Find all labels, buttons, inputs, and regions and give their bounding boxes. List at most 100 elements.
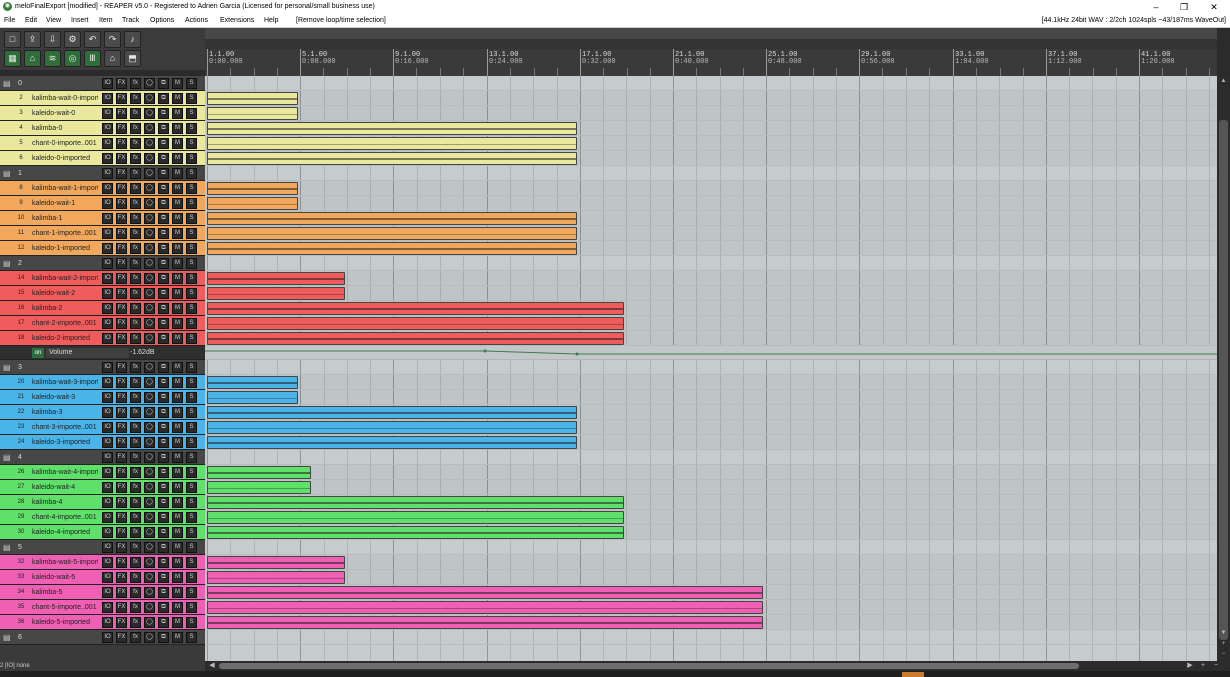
track-header[interactable]: 5 chant-0-importe..001 IO FX fx ◯ ⧉ M S xyxy=(0,136,205,151)
solo-button[interactable]: S xyxy=(186,153,197,164)
solo-button[interactable]: S xyxy=(186,617,197,628)
track-header[interactable]: 21 kaleido-wait-3 IO FX fx ◯ ⧉ M S xyxy=(0,390,205,405)
fx-bypass-button[interactable]: fx xyxy=(130,243,141,254)
fx-bypass-button[interactable]: fx xyxy=(130,572,141,583)
fx-bypass-button[interactable]: fx xyxy=(130,377,141,388)
media-item[interactable] xyxy=(207,421,577,434)
track-name[interactable]: kalimba-wait-1-import xyxy=(30,183,98,194)
io-button[interactable]: IO xyxy=(102,512,113,523)
marker-bar[interactable] xyxy=(205,39,1217,49)
fx-bypass-button[interactable]: fx xyxy=(130,93,141,104)
fx-bypass-button[interactable]: fx xyxy=(130,273,141,284)
io-button[interactable]: IO xyxy=(102,407,113,418)
track-lane[interactable] xyxy=(205,241,1217,256)
io-button[interactable]: IO xyxy=(102,213,113,224)
record-arm-button[interactable]: ◯ xyxy=(144,303,155,314)
mute-button[interactable]: M xyxy=(172,183,183,194)
track-lane[interactable] xyxy=(205,510,1217,525)
record-arm-button[interactable]: ◯ xyxy=(144,108,155,119)
solo-button[interactable]: S xyxy=(186,452,197,463)
fx-bypass-button[interactable]: fx xyxy=(130,362,141,373)
media-item[interactable] xyxy=(207,571,345,584)
phase-button[interactable]: ⧉ xyxy=(158,512,169,523)
fx-bypass-button[interactable]: fx xyxy=(130,587,141,598)
fx-button[interactable]: FX xyxy=(116,108,127,119)
fx-button[interactable]: FX xyxy=(116,557,127,568)
io-button[interactable]: IO xyxy=(102,198,113,209)
fx-button[interactable]: FX xyxy=(116,138,127,149)
mute-button[interactable]: M xyxy=(172,288,183,299)
fx-bypass-button[interactable]: fx xyxy=(130,228,141,239)
fx-button[interactable]: FX xyxy=(116,512,127,523)
mute-button[interactable]: M xyxy=(172,213,183,224)
record-arm-button[interactable]: ◯ xyxy=(144,362,155,373)
record-arm-button[interactable]: ◯ xyxy=(144,123,155,134)
track-header[interactable]: 36 kaleido-5-imported IO FX fx ◯ ⧉ M S xyxy=(0,615,205,630)
track-lane[interactable] xyxy=(205,91,1217,106)
media-item[interactable] xyxy=(207,511,624,524)
solo-button[interactable]: S xyxy=(186,497,197,508)
fx-button[interactable]: FX xyxy=(116,333,127,344)
fx-bypass-button[interactable]: fx xyxy=(130,542,141,553)
record-arm-button[interactable]: ◯ xyxy=(144,527,155,538)
io-button[interactable]: IO xyxy=(102,527,113,538)
mute-button[interactable]: M xyxy=(172,333,183,344)
mute-button[interactable]: M xyxy=(172,542,183,553)
record-arm-button[interactable]: ◯ xyxy=(144,93,155,104)
mute-button[interactable]: M xyxy=(172,632,183,643)
track-lane[interactable] xyxy=(205,196,1217,211)
menu-edit[interactable]: Edit xyxy=(25,14,37,27)
record-arm-button[interactable]: ◯ xyxy=(144,138,155,149)
track-lane[interactable] xyxy=(205,465,1217,480)
track-name[interactable]: kaleido-wait-0 xyxy=(30,108,98,119)
fx-bypass-button[interactable]: fx xyxy=(130,183,141,194)
fx-bypass-button[interactable]: fx xyxy=(130,138,141,149)
media-item[interactable] xyxy=(207,212,577,225)
phase-button[interactable]: ⧉ xyxy=(158,632,169,643)
track-lane[interactable] xyxy=(205,76,1217,91)
media-item[interactable] xyxy=(207,122,577,135)
folder-icon[interactable]: ▤ xyxy=(3,633,12,642)
phase-button[interactable]: ⧉ xyxy=(158,542,169,553)
track-name[interactable]: kaleido-wait-2 xyxy=(30,288,98,299)
phase-button[interactable]: ⧉ xyxy=(158,93,169,104)
solo-button[interactable]: S xyxy=(186,542,197,553)
track-name[interactable]: chant-2-importe..001 xyxy=(30,318,98,329)
record-arm-button[interactable]: ◯ xyxy=(144,377,155,388)
solo-button[interactable]: S xyxy=(186,572,197,583)
zoom-out-v-icon[interactable]: − xyxy=(1219,650,1228,658)
media-item[interactable] xyxy=(207,526,624,539)
media-item[interactable] xyxy=(207,182,298,195)
track-lane[interactable] xyxy=(205,166,1217,181)
track-name[interactable]: kalimba-1 xyxy=(30,213,98,224)
track-lane[interactable] xyxy=(205,211,1217,226)
track-header[interactable]: 34 kalimba-5 IO FX fx ◯ ⧉ M S xyxy=(0,585,205,600)
solo-button[interactable]: S xyxy=(186,422,197,433)
folder-track[interactable]: ▤ 1 IO FX fx ◯ ⧉ M S xyxy=(0,166,205,181)
audio-status[interactable]: [44.1kHz 24bit WAV : 2/2ch 1024spls ~43/… xyxy=(1042,14,1226,27)
track-header[interactable]: 29 chant-4-importe..001 IO FX fx ◯ ⧉ M S xyxy=(0,510,205,525)
fx-bypass-button[interactable]: fx xyxy=(130,333,141,344)
track-header[interactable]: 6 kaleido-0-imported IO FX fx ◯ ⧉ M S xyxy=(0,151,205,166)
solo-button[interactable]: S xyxy=(186,482,197,493)
lock-icon[interactable]: ⌂ xyxy=(104,50,121,67)
track-lane[interactable] xyxy=(205,331,1217,346)
io-button[interactable]: IO xyxy=(102,482,113,493)
phase-button[interactable]: ⧉ xyxy=(158,392,169,403)
io-button[interactable]: IO xyxy=(102,467,113,478)
record-arm-button[interactable]: ◯ xyxy=(144,632,155,643)
phase-button[interactable]: ⧉ xyxy=(158,422,169,433)
track-name[interactable]: kalimba-wait-0-import xyxy=(30,93,98,104)
record-arm-button[interactable]: ◯ xyxy=(144,243,155,254)
record-arm-button[interactable]: ◯ xyxy=(144,213,155,224)
track-header[interactable]: 3 kaleido-wait-0 IO FX fx ◯ ⧉ M S xyxy=(0,106,205,121)
track-name[interactable]: kaleido-wait-1 xyxy=(30,198,98,209)
solo-button[interactable]: S xyxy=(186,557,197,568)
track-name[interactable]: kaleido-1-imported xyxy=(30,243,98,254)
minimize-button[interactable]: – xyxy=(1142,0,1170,14)
track-header[interactable]: 18 kaleido-2-imported IO FX fx ◯ ⧉ M S xyxy=(0,331,205,346)
media-item[interactable] xyxy=(207,287,345,300)
new-project-icon[interactable]: □ xyxy=(4,31,21,48)
solo-button[interactable]: S xyxy=(186,78,197,89)
record-arm-button[interactable]: ◯ xyxy=(144,183,155,194)
